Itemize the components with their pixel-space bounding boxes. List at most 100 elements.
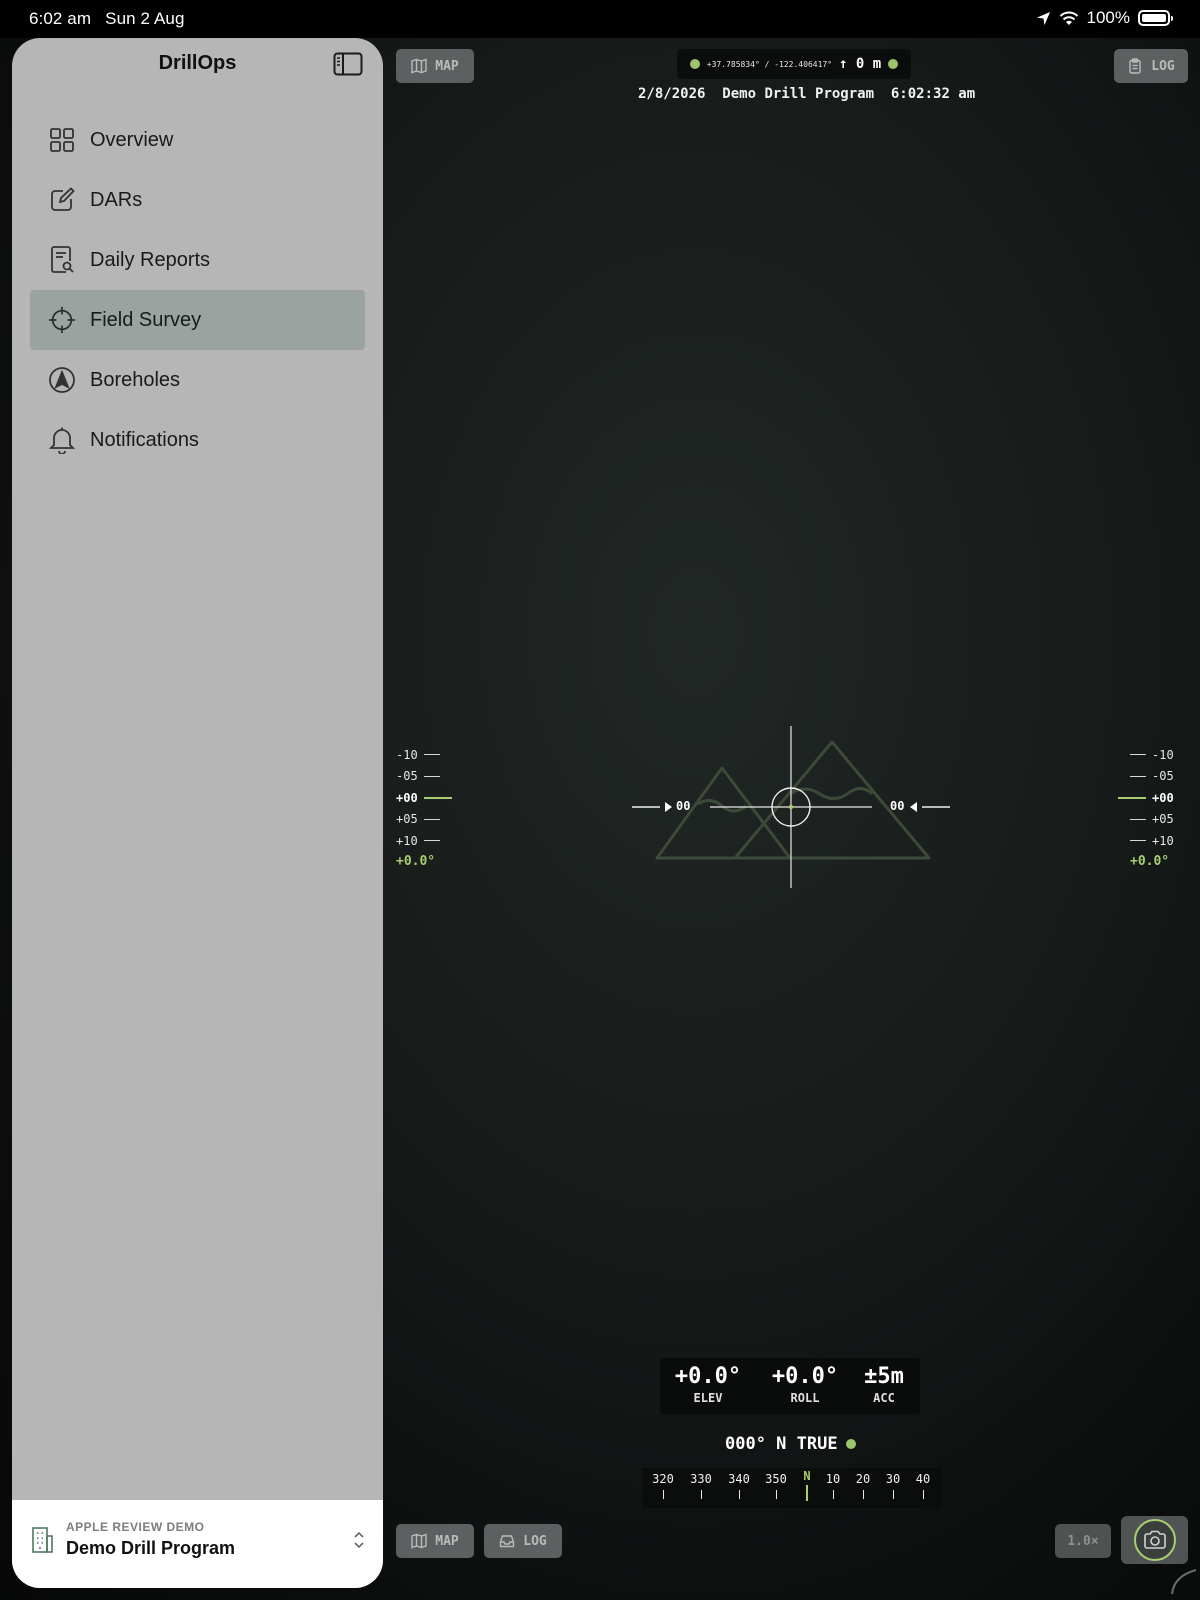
- status-bar: 6:02 am Sun 2 Aug 100%: [0, 0, 1200, 38]
- map-button-bottom[interactable]: MAP: [396, 1524, 474, 1558]
- ladder-row: -10: [1130, 744, 1200, 766]
- compass-tick-mark: [662, 1490, 664, 1499]
- capture-time: 6:02:32 am: [890, 86, 976, 102]
- bell-icon: [48, 426, 76, 454]
- sidebar-item-label: Overview: [90, 128, 174, 151]
- navigation-arrow-icon: [48, 366, 76, 394]
- ladder-label: +10: [1152, 833, 1174, 848]
- map-icon: [411, 1533, 427, 1549]
- sidebar-item-label: Daily Reports: [90, 248, 211, 271]
- status-time: 6:02 am: [29, 9, 92, 28]
- roll-arrow-right: [910, 802, 917, 812]
- roll-label-left: 00: [676, 799, 691, 813]
- mountains-icon: [655, 740, 931, 860]
- program-org-label: APPLE REVIEW DEMO: [66, 1520, 205, 1534]
- pitch-readout-left: +0.0°: [396, 853, 436, 869]
- ladder-row: +05: [396, 809, 466, 831]
- map-button-label: MAP: [435, 58, 459, 74]
- compass-tick-label: 320: [652, 1472, 674, 1486]
- sidebar-item-daily-reports[interactable]: Daily Reports: [30, 230, 365, 290]
- sidebar-item-dars[interactable]: DARs: [30, 170, 365, 230]
- capture-date: 2/8/2026: [638, 86, 706, 102]
- reticle-center-dot: [788, 804, 794, 810]
- sidebar-nav: Overview DARs Daily Reports Field Survey…: [30, 110, 365, 470]
- gps-coordinates: +37.785834° / -122.406417°: [706, 59, 833, 69]
- camera-icon: [1143, 1530, 1166, 1549]
- altitude-status-dot: [888, 59, 899, 69]
- map-icon: [411, 58, 427, 74]
- program-switcher[interactable]: APPLE REVIEW DEMO Demo Drill Program: [12, 1500, 383, 1588]
- capture-header: 2/8/2026 Demo Drill Program 6:02:32 am: [638, 86, 975, 102]
- log-button-bottom[interactable]: LOG: [484, 1524, 562, 1558]
- ladder-row-current: +00: [1118, 787, 1200, 809]
- zoom-button[interactable]: 1.0×: [1055, 1524, 1111, 1558]
- compass-tick: 330: [681, 1472, 721, 1499]
- shutter-ring: [1133, 1519, 1176, 1561]
- ladder-label: -05: [396, 769, 418, 784]
- log-button-label: LOG: [1151, 58, 1175, 74]
- grid-icon: [48, 126, 76, 154]
- compass-tick-mark: [806, 1485, 808, 1501]
- sidebar: DrillOps Overview DARs Daily Reports Fie…: [12, 38, 383, 1588]
- compass-tick-mark: [862, 1490, 864, 1499]
- pitch-ladder-left: -10 -05 +00 +05 +10 +0.0°: [396, 744, 466, 869]
- acc-value: ±5m: [864, 1364, 904, 1389]
- sidebar-item-notifications[interactable]: Notifications: [30, 410, 365, 470]
- ladder-tick: [1130, 775, 1146, 777]
- sidebar-item-label: DARs: [90, 188, 143, 211]
- compass-tick-label: 40: [915, 1472, 931, 1486]
- ladder-row: +10: [1130, 830, 1200, 852]
- ladder-tick: [423, 796, 452, 799]
- map-button-top[interactable]: MAP: [396, 49, 474, 83]
- sidebar-item-field-survey[interactable]: Field Survey: [30, 290, 365, 350]
- ladder-tick: [423, 775, 440, 777]
- ladder-label: +00: [1152, 790, 1174, 805]
- inbox-icon: [500, 1535, 515, 1548]
- map-button-label: MAP: [435, 1533, 459, 1549]
- roll-value: +0.0°: [771, 1364, 839, 1389]
- sidebar-item-label: Boreholes: [90, 368, 181, 391]
- sidebar-item-label: Notifications: [90, 428, 199, 451]
- log-button-top[interactable]: LOG: [1114, 49, 1188, 83]
- ladder-label: -10: [396, 747, 418, 762]
- compass-tick-mark: [738, 1490, 740, 1499]
- sidebar-item-boreholes[interactable]: Boreholes: [30, 350, 365, 410]
- ladder-label: -10: [1152, 747, 1174, 762]
- ladder-row-current: +00: [396, 787, 466, 809]
- ladder-label: -05: [1152, 769, 1174, 784]
- compass-tape: 320 330 340 350 N 10 20 30 40: [642, 1468, 942, 1508]
- ladder-row: +10: [396, 830, 466, 852]
- compass-tick-mark: [892, 1490, 894, 1499]
- pitch-readout-right: +0.0°: [1130, 853, 1170, 869]
- sidebar-item-overview[interactable]: Overview: [30, 110, 365, 170]
- compass-tick-mark: [832, 1490, 834, 1499]
- ladder-row: -10: [396, 744, 466, 766]
- ladder-tick: [423, 840, 440, 842]
- clipboard-icon: [1129, 58, 1141, 74]
- resize-corner-icon: [1171, 1569, 1197, 1595]
- sidebar-item-label: Field Survey: [90, 308, 202, 331]
- crosshair-icon: [48, 306, 76, 334]
- compass-tick-mark: [922, 1490, 924, 1499]
- ladder-tick: [423, 754, 440, 756]
- report-search-icon: [48, 246, 76, 274]
- gps-status-dot: [689, 59, 700, 69]
- sidebar-toggle-icon[interactable]: [333, 52, 363, 76]
- battery-icon: [1138, 10, 1173, 26]
- edit-square-icon: [48, 186, 76, 214]
- location-arrow-icon: [1036, 11, 1050, 25]
- compass-tick-mark: [775, 1490, 777, 1499]
- compass-tick-mark: [700, 1490, 702, 1499]
- roll-label: ROLL: [790, 1391, 820, 1405]
- capture-program: Demo Drill Program: [722, 86, 875, 102]
- shutter-button[interactable]: [1121, 1516, 1188, 1564]
- gps-altitude: ↑ 0 m: [839, 56, 882, 72]
- compass-tick: 40: [903, 1472, 943, 1499]
- roll-label-right: 00: [890, 799, 905, 813]
- ladder-tick: [1130, 840, 1146, 842]
- building-icon: [32, 1527, 53, 1553]
- app-title: DrillOps: [158, 52, 237, 74]
- compass-tick-label: 330: [690, 1472, 712, 1486]
- elev-readout: +0.0° ELEV: [662, 1364, 754, 1405]
- gps-status-pill: +37.785834° / -122.406417° ↑ 0 m: [677, 49, 911, 79]
